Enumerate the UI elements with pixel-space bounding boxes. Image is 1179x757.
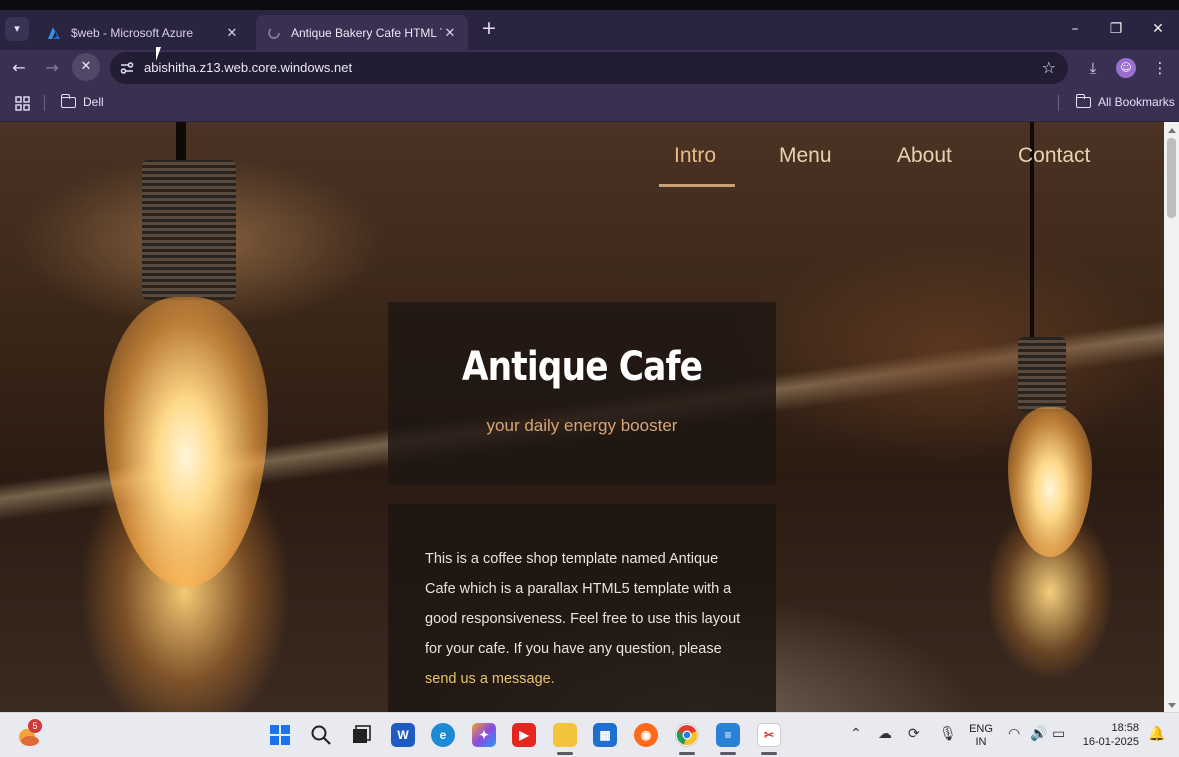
apps-grid-icon[interactable] (15, 96, 31, 116)
close-tab-icon[interactable]: ✕ (224, 25, 240, 41)
microsoft-store-icon[interactable]: ▦ (593, 723, 617, 747)
copilot-icon[interactable]: ✦ (472, 723, 496, 747)
clock-date: 16-01-2025 (1082, 736, 1139, 748)
address-bar[interactable]: abishitha.z13.web.core.windows.net ☆ (110, 52, 1068, 84)
cloud-icon[interactable]: ☁ (878, 725, 892, 742)
intro-paragraph: This is a coffee shop template named Ant… (425, 544, 745, 694)
tab-bar: ▾ $web - Microsoft Azure ✕ Antique Baker… (0, 10, 1179, 50)
notepad-icon[interactable]: ≡ (716, 723, 740, 747)
windows-taskbar: 5 W e ✦ ▶ ▦ ◉ ≡ ✂ ⌃ ☁ ⟳ 🎙 ENG IN ◠ 🔊 ▭ 1… (0, 712, 1179, 757)
all-bookmarks-button[interactable]: All Bookmarks (1075, 93, 1175, 109)
search-icon[interactable] (309, 723, 333, 747)
weather-badge: 5 (28, 719, 42, 733)
page-scrollbar[interactable] (1164, 122, 1179, 712)
hero-title: Antique Cafe (461, 344, 703, 390)
intro-text: This is a coffee shop template named Ant… (425, 551, 741, 657)
stop-loading-button[interactable]: ✕ (72, 53, 100, 81)
bookmarks-separator (1058, 95, 1059, 111)
running-indicator (679, 752, 695, 755)
page-viewport: Intro Menu About Contact Antique Cafe yo… (0, 122, 1164, 712)
window-top-edge (0, 0, 1179, 10)
lamp-socket (1018, 337, 1066, 412)
light-bulb-image (1008, 407, 1092, 557)
snipping-tool-icon[interactable]: ✂ (757, 723, 781, 747)
sync-icon[interactable]: ⟳ (908, 725, 920, 742)
bookmark-folder-dell[interactable]: Dell (60, 93, 104, 109)
clock-time: 18:58 (1111, 722, 1139, 734)
chevron-up-icon[interactable]: ⌃ (850, 725, 862, 742)
loading-icon (266, 25, 282, 41)
nav-active-underline (659, 184, 735, 187)
youtube-icon[interactable]: ▶ (512, 723, 536, 747)
tab-title: Antique Bakery Cafe HTML Tem (291, 25, 442, 40)
clock[interactable]: 18:58 16-01-2025 (1077, 721, 1139, 749)
all-bookmarks-label: All Bookmarks (1098, 95, 1175, 109)
intro-text-panel: This is a coffee shop template named Ant… (388, 504, 776, 712)
menu-icon[interactable]: ⋮ (1147, 55, 1173, 81)
mouse-cursor (156, 47, 166, 61)
folder-icon (60, 93, 76, 108)
scroll-up-arrow-icon[interactable] (1168, 128, 1176, 133)
language-indicator[interactable]: ENG IN (966, 723, 996, 749)
nav-menu[interactable]: Menu (779, 144, 832, 168)
windows-start-icon[interactable] (268, 723, 292, 747)
site-info-icon[interactable] (119, 60, 135, 76)
hero-subtitle: your daily energy booster (486, 416, 678, 435)
lamp-socket (142, 160, 236, 300)
tab-azure[interactable]: $web - Microsoft Azure ✕ (36, 15, 250, 50)
wifi-icon[interactable]: ◠ (1008, 725, 1020, 742)
tab-title: $web - Microsoft Azure (71, 25, 194, 40)
battery-icon[interactable]: ▭ (1052, 725, 1065, 742)
region-code: IN (975, 736, 987, 748)
bookmark-star-icon[interactable]: ☆ (1042, 58, 1056, 77)
nav-contact[interactable]: Contact (1018, 144, 1090, 168)
file-explorer-icon[interactable] (553, 723, 577, 747)
lamp-cord (176, 122, 186, 162)
azure-logo-icon (46, 25, 62, 41)
tab-antique-cafe[interactable]: Antique Bakery Cafe HTML Tem ✕ (256, 15, 468, 50)
running-indicator (557, 752, 573, 755)
close-window-button[interactable]: ✕ (1143, 17, 1173, 41)
hero-panel: Antique Cafe your daily energy booster (388, 302, 776, 485)
minimize-button[interactable]: – (1060, 17, 1090, 41)
task-view-icon[interactable] (349, 723, 373, 747)
send-message-link[interactable]: send us a message. (425, 671, 555, 687)
edge-icon[interactable]: e (431, 723, 455, 747)
folder-icon (1075, 93, 1091, 108)
bookmarks-bar: Dell All Bookmarks (0, 86, 1179, 122)
volume-icon[interactable]: 🔊 (1030, 725, 1047, 742)
download-icon[interactable]: ⤓ (1080, 55, 1106, 81)
new-tab-button[interactable]: + (478, 18, 500, 40)
language-code: ENG (969, 723, 993, 735)
bookmarks-separator (44, 95, 45, 111)
running-indicator (720, 752, 736, 755)
back-button[interactable]: ← (6, 55, 32, 81)
notification-bell-icon[interactable]: 🔔 (1148, 725, 1165, 742)
tab-search-button[interactable]: ▾ (5, 17, 29, 41)
firefox-icon[interactable]: ◉ (634, 723, 658, 747)
browser-toolbar: ← → ✕ abishitha.z13.web.core.windows.net… (0, 50, 1179, 86)
nav-about[interactable]: About (897, 144, 952, 168)
nav-intro[interactable]: Intro (674, 144, 716, 168)
microphone-icon[interactable]: 🎙 (939, 725, 957, 742)
scroll-down-arrow-icon[interactable] (1168, 703, 1176, 708)
close-tab-icon[interactable]: ✕ (442, 25, 458, 41)
word-icon[interactable]: W (391, 723, 415, 747)
scrollbar-thumb[interactable] (1167, 138, 1176, 218)
running-indicator (761, 752, 777, 755)
light-bulb-image (104, 297, 268, 587)
url-text[interactable]: abishitha.z13.web.core.windows.net (144, 60, 352, 75)
restore-button[interactable]: ❐ (1101, 17, 1131, 41)
chrome-icon[interactable] (675, 723, 699, 747)
forward-button[interactable]: → (39, 55, 65, 81)
profile-avatar[interactable]: ☺ (1116, 58, 1136, 78)
bookmark-label: Dell (83, 95, 104, 109)
